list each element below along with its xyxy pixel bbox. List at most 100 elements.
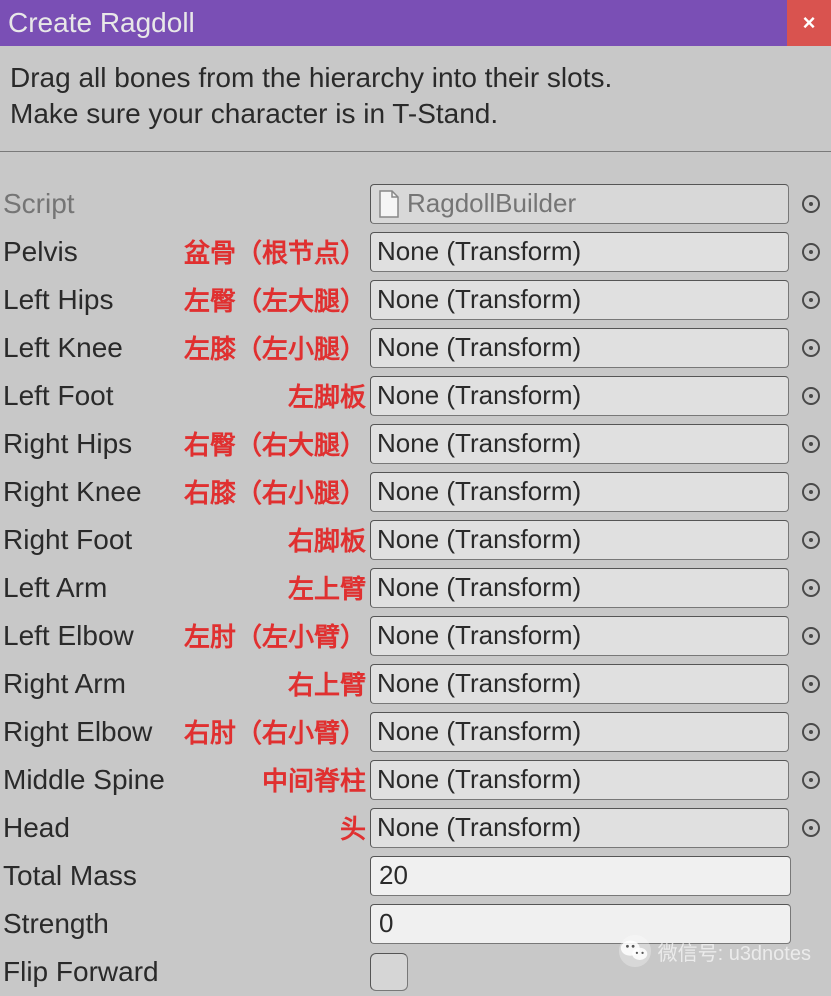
close-button[interactable]: × [787,0,831,46]
bone-annotation: 右脚板 [288,521,366,558]
target-icon [800,577,822,599]
bone-picker-button[interactable] [795,284,827,316]
bone-row: Right Elbow 右肘（右小臂） None (Transform) [0,708,831,756]
number-value: 20 [379,860,408,891]
bone-row: Left Elbow 左肘（左小臂） None (Transform) [0,612,831,660]
bone-field[interactable]: None (Transform) [370,232,789,272]
bone-label: Head [3,812,70,844]
bone-row: Right Arm 右上臂 None (Transform) [0,660,831,708]
bone-picker-button[interactable] [795,716,827,748]
bone-picker-button[interactable] [795,620,827,652]
bone-row: Middle Spine 中间脊柱 None (Transform) [0,756,831,804]
script-field[interactable]: RagdollBuilder [370,184,789,224]
bone-annotation: 中间脊柱 [262,761,366,798]
bone-value: None (Transform) [377,428,581,459]
bone-label: Left Arm [3,572,107,604]
bone-annotation: 左脚板 [288,377,366,414]
divider [0,152,831,180]
target-icon [800,241,822,263]
number-label: Strength [3,908,109,940]
flip-forward-checkbox[interactable] [370,953,408,991]
bone-field[interactable]: None (Transform) [370,568,789,608]
bone-row: Pelvis 盆骨（根节点） None (Transform) [0,228,831,276]
bone-annotation: 盆骨（根节点） [184,233,366,270]
bone-field[interactable]: None (Transform) [370,328,789,368]
bone-value: None (Transform) [377,236,581,267]
bone-value: None (Transform) [377,380,581,411]
bone-field[interactable]: None (Transform) [370,424,789,464]
bone-value: None (Transform) [377,524,581,555]
bone-label: Right Knee [3,476,142,508]
number-value: 0 [379,908,393,939]
instruction-text: Drag all bones from the hierarchy into t… [0,46,831,152]
bone-field[interactable]: None (Transform) [370,280,789,320]
bone-annotation: 右膝（右小腿） [184,473,366,510]
bone-picker-button[interactable] [795,380,827,412]
doc-icon [377,190,401,218]
bone-value: None (Transform) [377,716,581,747]
bone-field[interactable]: None (Transform) [370,376,789,416]
script-label: Script [3,188,75,220]
bone-field[interactable]: None (Transform) [370,520,789,560]
bone-annotation: 右臀（右大腿） [184,425,366,462]
content: Script RagdollBuilder Pelvis 盆骨（根节点） [0,180,831,996]
target-icon [800,385,822,407]
bone-annotation: 右上臂 [288,665,366,702]
bone-picker-button[interactable] [795,476,827,508]
bone-annotation: 右肘（右小臂） [184,713,366,750]
bone-field[interactable]: None (Transform) [370,760,789,800]
window-title: Create Ragdoll [8,7,195,39]
bone-picker-button[interactable] [795,572,827,604]
bone-label: Right Foot [3,524,132,556]
target-icon [800,289,822,311]
bone-value: None (Transform) [377,764,581,795]
number-label: Total Mass [3,860,137,892]
bone-label: Left Hips [3,284,114,316]
watermark-text: 微信号: u3dnotes [658,937,811,966]
close-icon: × [803,10,816,36]
target-icon [800,529,822,551]
target-icon [800,193,822,215]
script-row: Script RagdollBuilder [0,180,831,228]
target-icon [800,337,822,359]
bone-label: Right Hips [3,428,132,460]
bone-picker-button[interactable] [795,428,827,460]
bone-label: Middle Spine [3,764,165,796]
bone-picker-button[interactable] [795,236,827,268]
target-icon [800,721,822,743]
bone-row: Right Foot 右脚板 None (Transform) [0,516,831,564]
bone-row: Left Knee 左膝（左小腿） None (Transform) [0,324,831,372]
target-icon [800,673,822,695]
bone-annotation: 左上臂 [288,569,366,606]
target-icon [800,769,822,791]
flip-forward-label: Flip Forward [3,956,159,988]
bone-row: Right Knee 右膝（右小腿） None (Transform) [0,468,831,516]
bone-picker-button[interactable] [795,668,827,700]
number-row: Total Mass 20 [0,852,831,900]
bone-field[interactable]: None (Transform) [370,712,789,752]
target-icon [800,817,822,839]
bone-label: Left Foot [3,380,114,412]
bone-annotation: 左膝（左小腿） [184,329,366,366]
bone-row: Left Arm 左上臂 None (Transform) [0,564,831,612]
bone-value: None (Transform) [377,620,581,651]
bone-field[interactable]: None (Transform) [370,472,789,512]
bone-label: Right Arm [3,668,126,700]
bone-picker-button[interactable] [795,812,827,844]
bone-label: Left Elbow [3,620,134,652]
bone-picker-button[interactable] [795,524,827,556]
script-value: RagdollBuilder [407,188,576,219]
bone-field[interactable]: None (Transform) [370,616,789,656]
bone-value: None (Transform) [377,812,581,843]
bone-picker-button[interactable] [795,332,827,364]
bone-value: None (Transform) [377,332,581,363]
bone-picker-button[interactable] [795,764,827,796]
target-icon [800,625,822,647]
bone-row: Head 头 None (Transform) [0,804,831,852]
watermark: 微信号: u3dnotes [618,934,811,968]
bone-field[interactable]: None (Transform) [370,664,789,704]
number-input[interactable]: 20 [370,856,791,896]
script-picker-button[interactable] [795,188,827,220]
instruction-content: Drag all bones from the hierarchy into t… [10,62,612,129]
bone-field[interactable]: None (Transform) [370,808,789,848]
